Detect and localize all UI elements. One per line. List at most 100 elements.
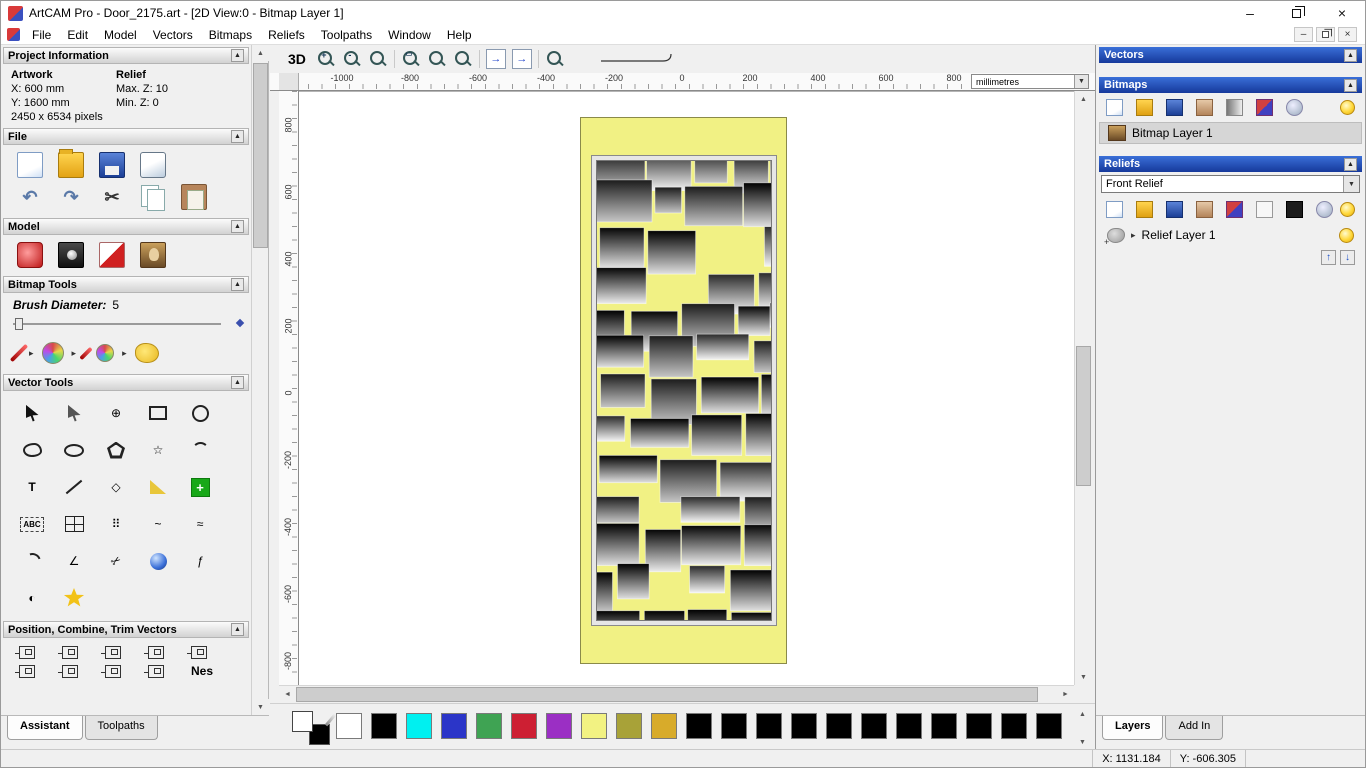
restore-button[interactable] [1273, 1, 1319, 25]
scroll-up-button[interactable]: ▲ [1074, 706, 1091, 722]
fit-curve-tool[interactable]: ~ [139, 509, 177, 539]
palette-swatch[interactable] [441, 713, 467, 739]
menu-item[interactable]: Toolpaths [313, 26, 380, 44]
scroll-down-button[interactable]: ▼ [1074, 734, 1091, 750]
slice-vector-tool[interactable]: ◐ [13, 583, 51, 613]
dropdown-arrow-icon[interactable]: ▼ [1074, 75, 1088, 88]
paste-button[interactable] [181, 184, 207, 210]
palette-swatch[interactable] [371, 713, 397, 739]
tab-assistant[interactable]: Assistant [7, 716, 83, 740]
menu-item[interactable]: Edit [59, 26, 96, 44]
flood-fill-button[interactable] [134, 343, 159, 363]
create-ellipse-tool[interactable] [55, 435, 93, 465]
copy-button[interactable] [140, 184, 166, 211]
scroll-thumb[interactable] [296, 687, 1038, 702]
texture-button[interactable] [99, 242, 125, 268]
palette-swatch[interactable] [511, 713, 537, 739]
new-bitmap-layer-button[interactable] [1106, 99, 1123, 116]
palette-swatch[interactable] [546, 713, 572, 739]
palette-swatch[interactable] [476, 713, 502, 739]
load-picture-button[interactable] [140, 242, 166, 268]
brush-diameter-slider[interactable] [13, 315, 245, 331]
create-rectangle-tool[interactable] [139, 398, 177, 428]
horizontal-scrollbar[interactable]: ◄ ► [279, 685, 1074, 703]
menu-item[interactable]: Vectors [145, 26, 201, 44]
center-in-page-icon[interactable] [187, 646, 207, 659]
units-dropdown[interactable]: millimetres ▼ [971, 74, 1089, 89]
mdi-restore-button[interactable] [1316, 27, 1335, 42]
fillet-tool[interactable] [139, 472, 177, 502]
palette-swatch[interactable] [791, 713, 817, 739]
paint-selective-button[interactable] [41, 342, 64, 364]
nest-label[interactable]: Nes [191, 664, 213, 678]
collapse-section-button[interactable]: ▲ [231, 376, 244, 389]
slider-thumb[interactable] [15, 318, 23, 330]
smooth-curve-tool[interactable]: ≈ [181, 509, 219, 539]
flyout-arrow-icon[interactable]: ▸ [29, 348, 34, 359]
trim-curves-icon[interactable] [101, 665, 121, 678]
palette-swatch[interactable] [1001, 713, 1027, 739]
scroll-down-button[interactable]: ▼ [1075, 669, 1092, 685]
align-right-icon[interactable] [58, 646, 78, 659]
zoom-objects-icon[interactable] [453, 49, 473, 69]
zoom-window-icon[interactable]: ▭ [401, 49, 421, 69]
move-layer-down-button[interactable]: ↓ [1340, 250, 1355, 265]
toggle-vector-visibility-icon[interactable]: → [511, 49, 532, 69]
merge-relief-button[interactable] [1196, 201, 1213, 218]
collapse-section-button[interactable]: ▲ [231, 49, 244, 62]
transform-vectors-tool[interactable]: ⊕ [97, 398, 135, 428]
palette-swatch[interactable] [756, 713, 782, 739]
menu-item[interactable]: Window [380, 26, 439, 44]
assistant-scrollbar[interactable]: ▲ ▼ [251, 45, 269, 715]
expander-icon[interactable]: ▸ [1131, 230, 1136, 241]
menu-item[interactable]: Reliefs [260, 26, 313, 44]
palette-swatch[interactable] [406, 713, 432, 739]
node-editing-tool[interactable] [55, 398, 93, 428]
trim-vectors-tool[interactable]: ✂ [92, 538, 140, 584]
adjust-model-button[interactable] [17, 242, 43, 268]
scroll-right-button[interactable]: ► [1057, 686, 1074, 703]
convert-bitmap-button[interactable] [1256, 99, 1273, 116]
transparency-button[interactable] [1286, 99, 1303, 116]
palette-swatch[interactable] [826, 713, 852, 739]
node-dots-icon[interactable] [144, 665, 164, 678]
scroll-thumb[interactable] [253, 63, 268, 248]
block-paste-tool[interactable]: + [181, 472, 219, 502]
new-model-button[interactable] [17, 152, 43, 178]
create-circle-tool[interactable] [181, 398, 219, 428]
bitmap-layer-row[interactable]: Bitmap Layer 1 [1099, 122, 1362, 144]
open-model-button[interactable] [58, 149, 84, 178]
palette-swatch[interactable] [686, 713, 712, 739]
interpolate-tool[interactable] [139, 546, 177, 576]
scroll-up-button[interactable]: ▲ [252, 45, 269, 61]
zoom-in-icon[interactable]: + [316, 49, 336, 69]
combine-union-icon[interactable] [15, 665, 35, 678]
mdi-minimize-button[interactable]: – [1294, 27, 1313, 42]
preview-relief-button[interactable] [1286, 201, 1303, 218]
create-arc-tool[interactable] [181, 435, 219, 465]
palette-swatch[interactable] [721, 713, 747, 739]
scroll-down-button[interactable]: ▼ [252, 699, 269, 715]
vertical-scrollbar[interactable]: ▲ ▼ [1074, 91, 1092, 685]
export-model-button[interactable] [140, 152, 166, 178]
menu-item[interactable]: File [24, 26, 59, 44]
paint-tool-button[interactable] [9, 343, 29, 363]
switch-3d-view-button[interactable]: 3D [284, 50, 310, 68]
merge-layers-button[interactable] [1196, 99, 1213, 116]
align-bottom-icon[interactable] [144, 646, 164, 659]
open-relief-layer-button[interactable] [1136, 201, 1153, 218]
save-relief-layer-button[interactable] [1166, 201, 1183, 218]
tab-layers[interactable]: Layers [1102, 716, 1164, 740]
collapse-section-button[interactable]: ▲ [231, 130, 244, 143]
scroll-up-button[interactable]: ▲ [1075, 91, 1092, 107]
collapse-section-button[interactable]: ▲ [1344, 157, 1357, 171]
zoom-fit-icon[interactable] [427, 49, 447, 69]
relief-transparency-button[interactable] [1316, 201, 1333, 218]
collapse-section-button[interactable]: ▲ [231, 278, 244, 291]
move-layer-up-button[interactable]: ↑ [1321, 250, 1336, 265]
mdi-close-button[interactable]: × [1338, 27, 1357, 42]
zoom-previous-icon[interactable] [368, 49, 388, 69]
calculate-relief-button[interactable] [1256, 201, 1273, 218]
create-text-tool[interactable]: T [13, 472, 51, 502]
palette-swatch[interactable] [336, 713, 362, 739]
